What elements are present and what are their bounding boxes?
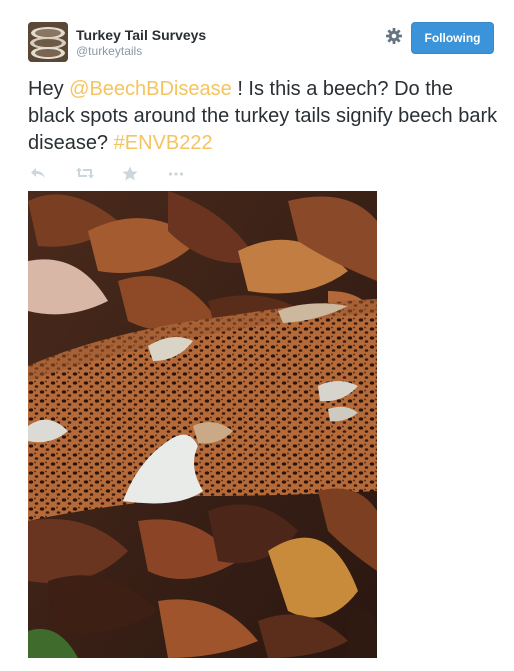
more-icon[interactable] [168, 166, 190, 184]
tweet-prefix: Hey [28, 78, 64, 100]
avatar[interactable] [28, 22, 68, 62]
account-name[interactable]: Turkey Tail Surveys [76, 27, 206, 43]
retweet-icon[interactable] [76, 166, 98, 184]
tweet-text: Hey @BeechBDisease ! Is this a beech? Do… [28, 76, 498, 157]
gear-icon[interactable] [385, 27, 403, 45]
favorite-star-icon[interactable] [122, 166, 144, 184]
mention-link[interactable]: @BeechBDisease [69, 78, 232, 100]
following-button[interactable]: Following [411, 22, 494, 54]
reply-icon[interactable] [30, 166, 52, 184]
tweet-photo[interactable] [28, 191, 377, 658]
tweet-header: Turkey Tail Surveys @turkeytails Followi… [28, 22, 494, 66]
hashtag-link[interactable]: #ENVB222 [114, 132, 213, 154]
account-handle[interactable]: @turkeytails [76, 44, 142, 58]
